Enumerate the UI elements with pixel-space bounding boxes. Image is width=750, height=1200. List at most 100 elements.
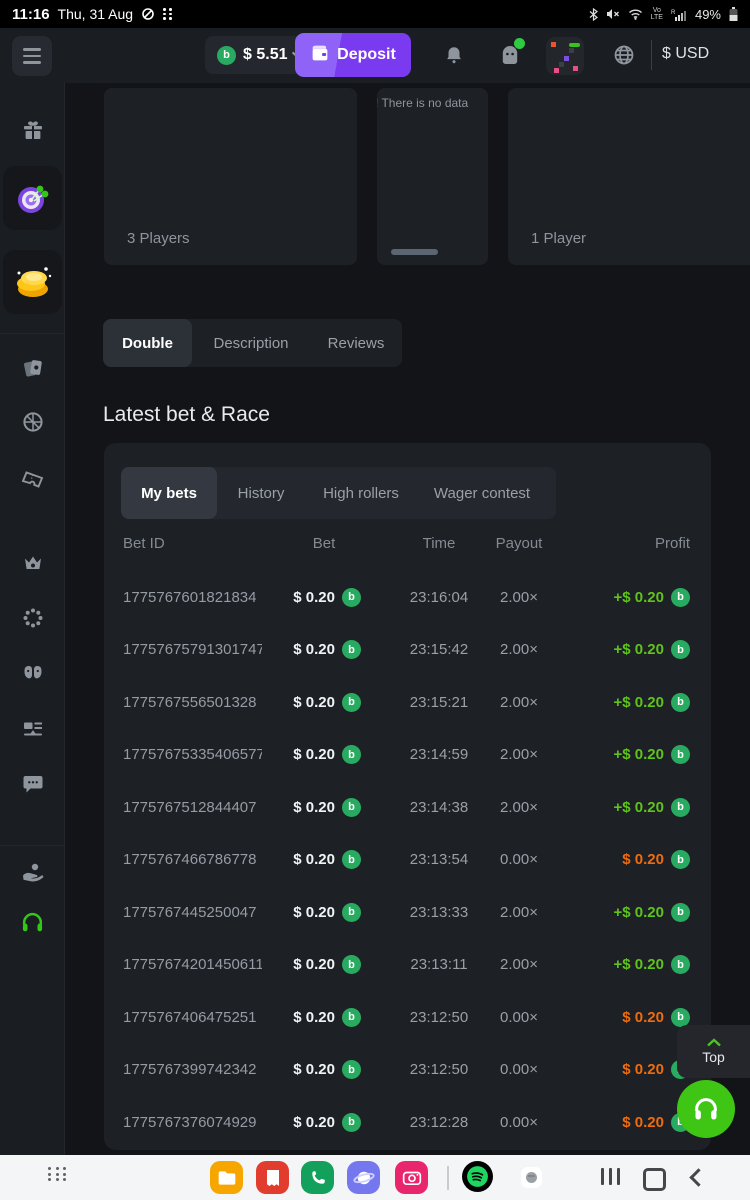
status-time: 11:16 — [12, 6, 50, 23]
battery-percent: 49% — [695, 7, 721, 22]
sidebar-item-refer[interactable] — [0, 654, 65, 694]
coin-icon: b — [671, 850, 690, 869]
game-panel-left[interactable]: 3 Players — [104, 88, 357, 265]
table-row[interactable]: 17757674201450611 $ 0.20b 23:13:11 2.00×… — [104, 939, 711, 992]
recent-app-icon[interactable] — [521, 1167, 542, 1188]
coin-icon: b — [671, 798, 690, 817]
spotify-app-icon[interactable] — [462, 1161, 493, 1192]
chat-button[interactable] — [497, 42, 523, 68]
coin-icon: b — [217, 46, 236, 65]
bet-amount: $ 0.20 — [293, 851, 335, 868]
bet-payout: 0.00× — [474, 1096, 564, 1149]
bet-payout: 2.00× — [474, 781, 564, 834]
recents-button[interactable] — [598, 1168, 622, 1185]
table-row[interactable]: 1775767512844407 $ 0.20b 23:14:38 2.00× … — [104, 781, 711, 834]
tab-my-bets[interactable]: My bets — [121, 467, 217, 519]
table-row[interactable]: 17757675335406577 $ 0.20b 23:14:59 2.00×… — [104, 729, 711, 782]
sidebar-item-casino[interactable] — [0, 348, 65, 388]
table-row[interactable]: 1775767466786778 $ 0.20b 23:13:54 0.00× … — [104, 834, 711, 887]
table-row[interactable]: 17757675791301747 $ 0.20b 23:15:42 2.00×… — [104, 624, 711, 677]
coin-icon: b — [342, 640, 361, 659]
game-panel-right[interactable]: 1 Player — [508, 88, 750, 265]
bet-amount-cell: $ 0.20b — [217, 1096, 361, 1149]
casino-cards-icon — [21, 356, 45, 380]
balance-amount: $ 5.51 — [243, 46, 287, 64]
tab-high-rollers[interactable]: High rollers — [305, 467, 417, 519]
browser-app-icon[interactable] — [347, 1161, 380, 1194]
bet-profit: +$ 0.20 — [614, 904, 664, 921]
crown-icon — [21, 551, 45, 575]
sidebar-item-bonus[interactable] — [0, 598, 65, 638]
column-bet-id: Bet ID — [123, 535, 165, 552]
bet-profit: $ 0.20 — [622, 1009, 664, 1026]
sidebar-item-gift[interactable] — [0, 110, 65, 150]
tab-wager-contest[interactable]: Wager contest — [417, 467, 547, 519]
table-row[interactable]: 1775767406475251 $ 0.20b 23:12:50 0.00× … — [104, 991, 711, 1044]
phone-app-icon[interactable] — [301, 1161, 334, 1194]
coin-icon: b — [671, 640, 690, 659]
bet-payout: 2.00× — [474, 939, 564, 992]
divider — [447, 1166, 449, 1190]
tab-double[interactable]: Double — [103, 319, 192, 367]
bet-amount: $ 0.20 — [293, 1061, 335, 1078]
mute-icon — [606, 8, 620, 20]
bet-amount-cell: $ 0.20b — [217, 624, 361, 677]
tab-description[interactable]: Description — [192, 319, 310, 367]
sidebar-item-sports[interactable] — [0, 402, 65, 442]
back-button[interactable] — [692, 1171, 705, 1184]
alarm-slash-icon — [141, 7, 155, 21]
bell-icon — [443, 44, 465, 67]
bet-profit-cell: $ 0.20b — [622, 834, 690, 887]
bet-amount-cell: $ 0.20b — [217, 729, 361, 782]
sidebar-item-support[interactable] — [0, 902, 65, 942]
bet-amount: $ 0.20 — [293, 589, 335, 606]
bluetooth-icon — [589, 8, 598, 21]
game-panel-middle[interactable]: s! There is no data — [377, 88, 488, 265]
forum-icon — [21, 717, 45, 741]
tab-history[interactable]: History — [217, 467, 305, 519]
coin-icon: b — [342, 588, 361, 607]
table-row[interactable]: 1775767376074929 $ 0.20b 23:12:28 0.00× … — [104, 1096, 711, 1149]
bet-profit-cell: +$ 0.20b — [614, 571, 690, 624]
support-fab[interactable] — [677, 1080, 735, 1138]
sidebar-item-forum[interactable] — [0, 709, 65, 749]
wifi-icon — [628, 8, 643, 20]
camera-app-icon[interactable] — [395, 1161, 428, 1194]
files-app-icon[interactable] — [210, 1161, 243, 1194]
table-row[interactable]: 1775767445250047 $ 0.20b 23:13:33 2.00× … — [104, 886, 711, 939]
sidebar-item-lottery[interactable] — [0, 458, 65, 498]
players-count: 1 Player — [531, 230, 586, 247]
language-button[interactable] — [611, 42, 637, 68]
table-row[interactable]: 1775767399742342 $ 0.20b 23:12:50 0.00× … — [104, 1044, 711, 1097]
divider — [651, 40, 652, 70]
column-payout: Payout — [474, 535, 564, 552]
notifications-button[interactable] — [441, 42, 467, 68]
volte-icon: VoLTE — [651, 7, 663, 21]
tab-reviews[interactable]: Reviews — [310, 319, 402, 367]
sidebar-item-chat[interactable] — [0, 764, 65, 804]
bet-amount: $ 0.20 — [293, 746, 335, 763]
home-button[interactable] — [643, 1168, 666, 1191]
sidebar-item-dart-target[interactable] — [3, 166, 62, 230]
bet-amount-cell: $ 0.20b — [217, 939, 361, 992]
coin-icon: b — [342, 798, 361, 817]
coin-icon: b — [342, 955, 361, 974]
bet-payout: 2.00× — [474, 571, 564, 624]
bet-amount: $ 0.20 — [293, 799, 335, 816]
sidebar-item-vip[interactable] — [0, 543, 65, 583]
coin-icon: b — [342, 1008, 361, 1027]
bet-amount-cell: $ 0.20b — [217, 834, 361, 887]
table-row[interactable]: 1775767556501328 $ 0.20b 23:15:21 2.00× … — [104, 676, 711, 729]
apps-grid-icon[interactable] — [48, 1167, 68, 1181]
scroll-top-button[interactable]: Top — [677, 1025, 750, 1078]
table-row[interactable]: 1775767601821834 $ 0.20b 23:16:04 2.00× … — [104, 571, 711, 624]
avatar[interactable] — [546, 37, 584, 75]
screen: 11:16 Thu, 31 Aug VoLTE R 49% — [0, 0, 750, 1200]
menu-button[interactable] — [12, 36, 52, 76]
bet-amount-cell: $ 0.20 b — [217, 781, 361, 834]
sidebar-item-gold-coins[interactable] — [3, 250, 62, 314]
deposit-button[interactable]: Deposit — [295, 33, 411, 77]
sidebar-item-cashback[interactable] — [0, 852, 65, 892]
notes-app-icon[interactable] — [256, 1161, 289, 1194]
currency-selector[interactable]: $ USD — [662, 45, 709, 63]
